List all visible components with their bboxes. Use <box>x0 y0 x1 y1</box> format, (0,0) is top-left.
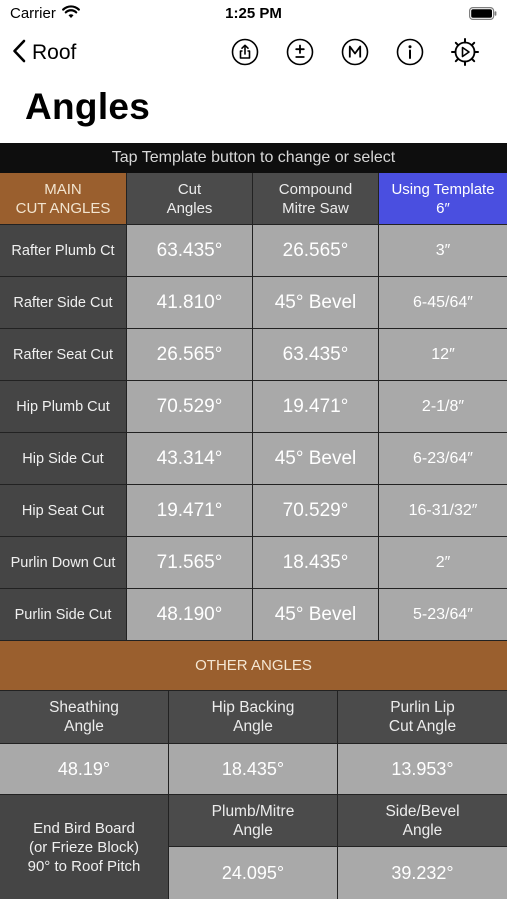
table-row: Rafter Side Cut 41.810° 45° Bevel 6-45/6… <box>0 277 507 329</box>
info-button[interactable] <box>394 36 426 68</box>
settings-button[interactable] <box>449 36 481 68</box>
navigation-bar: Roof <box>0 30 507 76</box>
cut-angle-value: 63.435° <box>127 225 253 276</box>
template-value: 12″ <box>379 329 507 380</box>
row-label: Rafter Plumb Ct <box>0 225 127 276</box>
mitre-saw-value: 45° Bevel <box>253 589 379 640</box>
plus-minus-button[interactable] <box>284 36 316 68</box>
header-sheathing-angle: Sheathing Angle <box>0 691 169 743</box>
main-angles-table: MAIN CUT ANGLES Cut Angles Compound Mitr… <box>0 173 507 899</box>
row-label: Rafter Side Cut <box>0 277 127 328</box>
mitre-saw-value: 45° Bevel <box>253 433 379 484</box>
cut-angle-value: 70.529° <box>127 381 253 432</box>
toolbar <box>206 36 481 68</box>
cut-angle-value: 71.565° <box>127 537 253 588</box>
mitre-saw-value: 26.565° <box>253 225 379 276</box>
template-button[interactable]: Using Template 6″ <box>379 173 507 224</box>
memory-icon <box>341 38 369 66</box>
other-angles-header-row: Sheathing Angle Hip Backing Angle Purlin… <box>0 691 507 744</box>
table-row: Purlin Down Cut 71.565° 18.435° 2″ <box>0 537 507 589</box>
info-icon <box>396 38 424 66</box>
template-value: 3″ <box>379 225 507 276</box>
cut-angle-value: 26.565° <box>127 329 253 380</box>
status-bar: Carrier 1:25 PM <box>0 0 507 28</box>
table-row: Rafter Plumb Ct 63.435° 26.565° 3″ <box>0 225 507 277</box>
row-label: Purlin Down Cut <box>0 537 127 588</box>
plus-minus-icon <box>286 38 314 66</box>
mitre-saw-value: 63.435° <box>253 329 379 380</box>
mitre-saw-value: 18.435° <box>253 537 379 588</box>
side-bevel-column: Side/Bevel Angle 39.232° <box>338 795 507 899</box>
row-label: Rafter Seat Cut <box>0 329 127 380</box>
mitre-saw-value: 70.529° <box>253 485 379 536</box>
share-button[interactable] <box>229 36 261 68</box>
side-bevel-angle-value: 39.232° <box>338 847 507 899</box>
chevron-left-icon <box>12 39 26 68</box>
row-label: Hip Side Cut <box>0 433 127 484</box>
mitre-saw-value: 19.471° <box>253 381 379 432</box>
table-row: Hip Plumb Cut 70.529° 19.471° 2-1/8″ <box>0 381 507 433</box>
template-value: 16-31/32″ <box>379 485 507 536</box>
header-side-bevel-angle: Side/Bevel Angle <box>338 795 507 847</box>
other-angles-value-row: 48.19° 18.435° 13.953° <box>0 744 507 795</box>
template-value: 2″ <box>379 537 507 588</box>
header-main-cut-angles: MAIN CUT ANGLES <box>0 173 127 224</box>
hip-backing-angle-value: 18.435° <box>169 744 338 794</box>
end-bird-board-label: End Bird Board (or Frieze Block) 90° to … <box>0 795 169 899</box>
row-label: Hip Seat Cut <box>0 485 127 536</box>
template-hint-banner: Tap Template button to change or select <box>0 143 507 173</box>
purlin-lip-cut-angle-value: 13.953° <box>338 744 507 794</box>
header-compound-mitre-saw: Compound Mitre Saw <box>253 173 379 224</box>
cut-angle-value: 48.190° <box>127 589 253 640</box>
header-purlin-lip-cut-angle: Purlin Lip Cut Angle <box>338 691 507 743</box>
clock: 1:25 PM <box>225 5 282 22</box>
cut-angle-value: 41.810° <box>127 277 253 328</box>
header-plumb-mitre-angle: Plumb/Mitre Angle <box>169 795 337 847</box>
settings-icon <box>451 38 479 66</box>
table-row: Hip Side Cut 43.314° 45° Bevel 6-23/64″ <box>0 433 507 485</box>
row-label: Purlin Side Cut <box>0 589 127 640</box>
table-header-row: MAIN CUT ANGLES Cut Angles Compound Mitr… <box>0 173 507 225</box>
share-icon <box>231 38 259 66</box>
end-bird-board-section: End Bird Board (or Frieze Block) 90° to … <box>0 795 507 899</box>
plumb-mitre-angle-value: 24.095° <box>169 847 337 899</box>
table-row: Purlin Side Cut 48.190° 45° Bevel 5-23/6… <box>0 589 507 641</box>
table-row: Hip Seat Cut 19.471° 70.529° 16-31/32″ <box>0 485 507 537</box>
cut-angle-value: 19.471° <box>127 485 253 536</box>
cut-angle-value: 43.314° <box>127 433 253 484</box>
header-cut-angles: Cut Angles <box>127 173 253 224</box>
mitre-saw-value: 45° Bevel <box>253 277 379 328</box>
template-value: 6-45/64″ <box>379 277 507 328</box>
sheathing-angle-value: 48.19° <box>0 744 169 794</box>
plumb-mitre-column: Plumb/Mitre Angle 24.095° <box>169 795 338 899</box>
back-button[interactable]: Roof <box>12 36 76 70</box>
header-hip-backing-angle: Hip Backing Angle <box>169 691 338 743</box>
page-title: Angles <box>25 86 151 127</box>
template-value: 6-23/64″ <box>379 433 507 484</box>
row-label: Hip Plumb Cut <box>0 381 127 432</box>
template-value: 2-1/8″ <box>379 381 507 432</box>
battery-icon <box>469 7 497 25</box>
table-row: Rafter Seat Cut 26.565° 63.435° 12″ <box>0 329 507 381</box>
other-angles-header: OTHER ANGLES <box>0 641 507 691</box>
memory-button[interactable] <box>339 36 371 68</box>
back-label: Roof <box>32 41 77 64</box>
template-value: 5-23/64″ <box>379 589 507 640</box>
